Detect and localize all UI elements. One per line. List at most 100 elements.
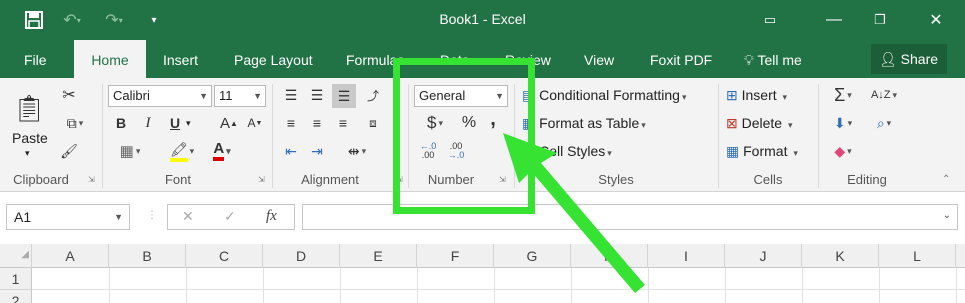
font-name-combo[interactable]: Calibri ▼	[108, 85, 212, 107]
underline-button[interactable]: U	[166, 112, 184, 134]
row-header-1[interactable]: 1	[0, 268, 32, 290]
dropdown-icon: ▼	[199, 91, 208, 101]
increase-indent-icon[interactable]: ⇥	[306, 140, 328, 162]
minimize-icon[interactable]: —	[820, 6, 848, 34]
cells-group-label: Cells	[753, 172, 783, 187]
group-divider	[102, 84, 103, 188]
column-header-b[interactable]: B	[109, 244, 186, 268]
group-divider	[818, 84, 819, 188]
align-left-icon[interactable]: ≡	[280, 112, 302, 134]
tab-view[interactable]: View	[572, 40, 626, 78]
collapse-ribbon-icon[interactable]: ⌃	[942, 174, 952, 185]
clipboard-group-label: Clipboard	[13, 172, 69, 187]
gridline	[956, 268, 957, 303]
title-bar: ↶ ▾ ↷ ▾ ▾ Book1 - Excel ▭ — ❐ ✕	[0, 0, 965, 40]
cancel-icon[interactable]: ✕	[182, 208, 194, 225]
paste-dropdown-icon[interactable]: ▾	[25, 148, 30, 159]
column-header-f[interactable]: F	[417, 244, 494, 268]
name-box-dropdown-icon[interactable]: ▼	[114, 205, 123, 229]
paste-icon[interactable]: 📋︎	[12, 88, 46, 128]
gridline	[802, 268, 803, 303]
font-group-label: Font	[164, 172, 191, 187]
merge-center-icon[interactable]: ⇹ ▾	[340, 140, 374, 162]
format-cells-icon: ▦	[726, 143, 740, 159]
wrap-text-icon[interactable]: ⧈	[362, 112, 384, 134]
fill-color-icon[interactable]: 🖍︎ ▾	[164, 140, 200, 162]
copy-icon[interactable]: ⧉ ▾	[58, 112, 92, 134]
clear-icon[interactable]: ◆ ▾	[826, 140, 860, 162]
autosum-icon[interactable]: Σ ▾	[826, 84, 860, 106]
column-header-c[interactable]: C	[186, 244, 263, 268]
name-box[interactable]: A1 ▼	[6, 204, 130, 230]
top-align-icon[interactable]: ☰	[280, 84, 302, 106]
bold-button[interactable]: B	[112, 112, 130, 134]
gridline	[340, 268, 341, 303]
lightbulb-icon: 💡︎	[744, 52, 754, 68]
underline-dropdown-icon[interactable]: ▾	[186, 118, 191, 129]
restore-icon[interactable]: ❐	[866, 6, 894, 34]
gridline	[109, 268, 110, 303]
column-header-e[interactable]: E	[340, 244, 417, 268]
tab-home[interactable]: Home	[74, 40, 146, 78]
find-select-icon[interactable]: ⌕ ▾	[866, 112, 902, 134]
group-divider	[272, 84, 273, 188]
editing-group-label: Editing	[847, 172, 887, 187]
conditional-formatting-button[interactable]: ▤ Conditional Formatting ▾	[522, 87, 687, 104]
ribbon-display-options-icon[interactable]: ▭	[756, 6, 784, 34]
column-header-d[interactable]: D	[263, 244, 340, 268]
sort-filter-icon[interactable]: A↓Z ▾	[866, 84, 902, 106]
formula-buttons: ✕ ✓ fx	[167, 204, 295, 230]
insert-cells-button[interactable]: ⊞ Insert ▾	[726, 87, 787, 104]
dropdown-icon: ▼	[253, 91, 262, 101]
insert-function-button[interactable]: fx	[266, 208, 277, 225]
decrease-font-icon[interactable]: A ▼	[244, 112, 266, 134]
clipboard-launcher-icon[interactable]: ⇲	[88, 175, 98, 185]
delete-cells-button[interactable]: ⊠ Delete ▾	[726, 115, 793, 132]
column-header-a[interactable]: A	[32, 244, 109, 268]
select-all-corner[interactable]: ◢	[0, 244, 32, 268]
font-color-icon[interactable]: A ▾	[204, 140, 240, 162]
bottom-align-icon[interactable]: ☰	[332, 84, 356, 108]
tell-me-box[interactable]: 💡︎ Tell me	[732, 40, 814, 78]
gridline	[725, 268, 726, 303]
gridline	[263, 268, 264, 303]
format-painter-icon[interactable]: 🖌︎	[58, 140, 80, 162]
enter-icon[interactable]: ✓	[224, 208, 236, 225]
delete-cells-icon: ⊠	[726, 115, 738, 131]
formula-bar-splitter[interactable]: ⋮	[147, 210, 157, 221]
cut-icon[interactable]: ✂	[58, 84, 80, 106]
format-cells-button[interactable]: ▦ Format ▾	[726, 143, 798, 160]
column-header-i[interactable]: I	[648, 244, 725, 268]
gridline	[879, 268, 880, 303]
insert-cells-icon: ⊞	[726, 87, 738, 103]
group-divider	[718, 84, 719, 188]
increase-font-icon[interactable]: A ▲	[218, 112, 240, 134]
gridline	[186, 268, 187, 303]
column-header-j[interactable]: J	[725, 244, 802, 268]
italic-button[interactable]: I	[139, 112, 157, 134]
tab-page-layout[interactable]: Page Layout	[222, 40, 325, 78]
orientation-icon[interactable]: ⤴	[362, 84, 384, 106]
paste-button[interactable]: Paste	[12, 130, 48, 146]
close-icon[interactable]: ✕	[922, 6, 950, 34]
decrease-indent-icon[interactable]: ⇤	[280, 140, 302, 162]
highlight-arrow	[503, 133, 645, 293]
fill-icon[interactable]: ⬇ ▾	[826, 112, 860, 134]
row-header-2[interactable]: 2	[0, 290, 32, 303]
column-header-l[interactable]: L	[879, 244, 956, 268]
tab-file[interactable]: File	[12, 40, 59, 78]
gridline	[417, 268, 418, 303]
align-center-icon[interactable]: ≡	[306, 112, 328, 134]
tab-foxit-pdf[interactable]: Foxit PDF	[638, 40, 724, 78]
column-headers: ◢ A B C D E F G H I J K L	[0, 244, 965, 268]
alignment-group-label: Alignment	[301, 172, 359, 187]
font-launcher-icon[interactable]: ⇲	[258, 175, 268, 185]
borders-icon[interactable]: ▦ ▾	[112, 140, 148, 162]
middle-align-icon[interactable]: ☰	[306, 84, 328, 106]
expand-formula-bar-icon[interactable]: ⌄	[943, 210, 951, 221]
share-button[interactable]: 👤︎ Share	[871, 44, 947, 74]
tab-insert[interactable]: Insert	[151, 40, 210, 78]
font-size-combo[interactable]: 11 ▼	[214, 85, 266, 107]
align-right-icon[interactable]: ≡	[332, 112, 354, 134]
column-header-k[interactable]: K	[802, 244, 879, 268]
